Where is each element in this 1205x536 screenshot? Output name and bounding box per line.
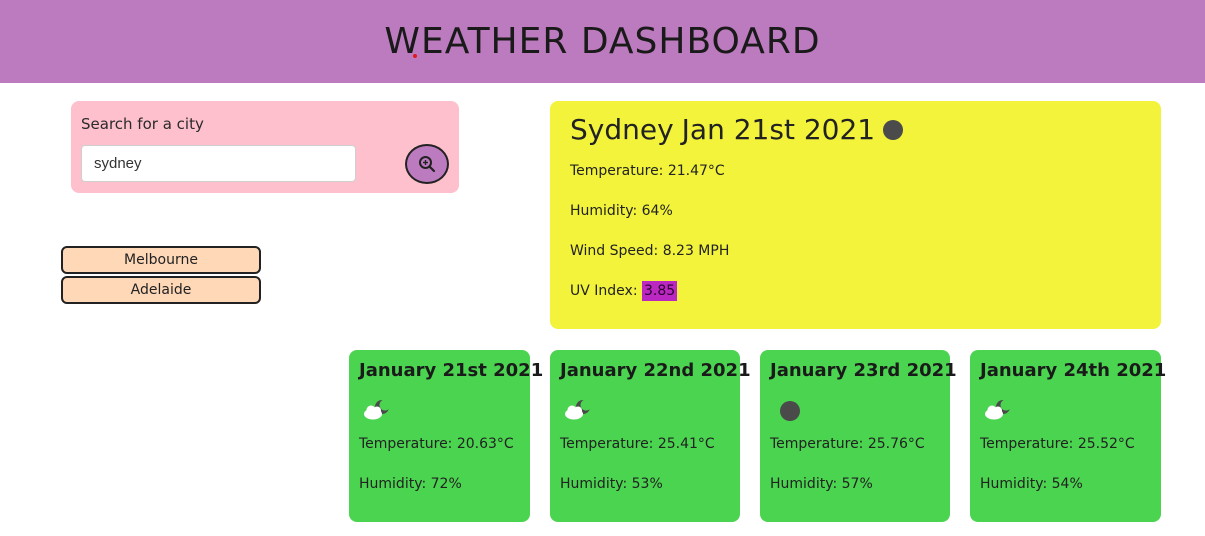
current-humidity: Humidity: 64%: [570, 203, 673, 219]
forecast-temperature: Temperature: 20.63°C: [359, 436, 514, 452]
forecast-date: January 21st 2021: [359, 360, 544, 381]
current-title: Sydney Jan 21st 2021: [570, 113, 904, 146]
current-weather-panel: Sydney Jan 21st 2021 Temperature: 21.47°C…: [550, 101, 1161, 329]
partly-cloudy-night-icon: [565, 399, 592, 420]
uv-badge: 3.85: [642, 281, 678, 301]
forecast-card: January 24th 2021 Temperature: 25.52°C H…: [970, 350, 1166, 522]
search-button[interactable]: [405, 144, 449, 184]
forecast-temperature: Temperature: 25.52°C: [980, 436, 1135, 452]
history-city-button[interactable]: Adelaide: [61, 276, 261, 304]
current-city: Sydney: [570, 113, 674, 146]
search-label: Search for a city: [81, 115, 204, 133]
partly-cloudy-night-icon: [985, 399, 1012, 420]
forecast-date: January 23rd 2021: [770, 360, 957, 381]
current-temperature: Temperature: 21.47°C: [570, 163, 725, 179]
forecast-date: January 22nd 2021: [560, 360, 751, 381]
forecast-humidity: Humidity: 72%: [359, 476, 462, 492]
forecast-humidity: Humidity: 57%: [770, 476, 873, 492]
search-icon: [419, 156, 436, 173]
search-input[interactable]: [81, 145, 356, 182]
forecast-card: January 23rd 2021 Temperature: 25.76°C H…: [760, 350, 957, 522]
current-date: Jan 21st 2021: [681, 113, 876, 146]
forecast-temperature: Temperature: 25.76°C: [770, 436, 925, 452]
history-city-button[interactable]: Melbourne: [61, 246, 261, 274]
cursor-dot: [413, 54, 417, 58]
partly-cloudy-night-icon: [364, 399, 391, 420]
uv-label: UV Index:: [570, 283, 638, 299]
page-title: WEATHER DASHBOARD: [384, 21, 821, 62]
current-uv: UV Index: 3.85: [570, 281, 678, 301]
forecast-humidity: Humidity: 54%: [980, 476, 1083, 492]
current-wind: Wind Speed: 8.23 MPH: [570, 243, 730, 259]
page-header: WEATHER DASHBOARD: [0, 0, 1205, 83]
forecast-temperature: Temperature: 25.41°C: [560, 436, 715, 452]
forecast-card: January 22nd 2021 Temperature: 25.41°C H…: [550, 350, 751, 522]
forecast-date: January 24th 2021: [980, 360, 1167, 381]
forecast-card: January 21st 2021 Temperature: 20.63°C H…: [349, 350, 543, 522]
moon-icon: [780, 401, 800, 421]
forecast-humidity: Humidity: 53%: [560, 476, 663, 492]
moon-icon: [883, 119, 904, 140]
search-panel: Search for a city: [71, 101, 459, 193]
